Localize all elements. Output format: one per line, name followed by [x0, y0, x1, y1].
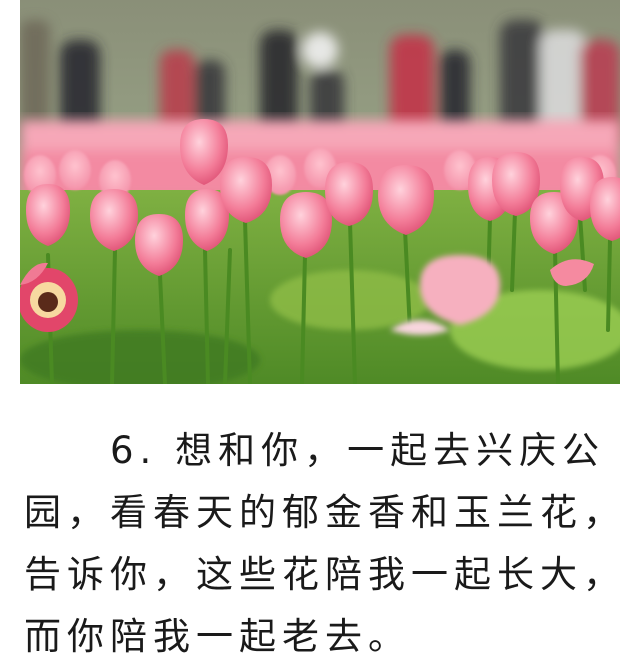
paragraph-line-4: 而你陪我一起老去。	[24, 615, 411, 658]
paragraph-line-1: 6. 想和你，一起去兴庆公	[110, 429, 606, 472]
paragraph-line-2: 园，看春天的郁金香和玉兰花，	[24, 491, 626, 534]
tulip-field-illustration	[20, 0, 620, 384]
paragraph-line-3: 告诉你，这些花陪我一起长大，	[24, 553, 626, 596]
tulip-field-photo	[20, 0, 620, 384]
article-paragraph: 6. 想和你，一起去兴庆公 园，看春天的郁金香和玉兰花， 告诉你，这些花陪我一起…	[24, 420, 620, 668]
